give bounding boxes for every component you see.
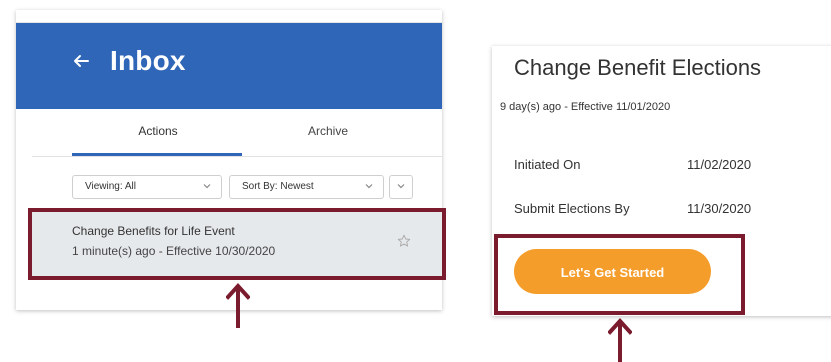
initiated-on-label: Initiated On [514, 157, 581, 172]
highlight-box-inbox-item [28, 208, 446, 280]
chevron-down-icon [365, 184, 373, 189]
screenshot-stage: Inbox Actions Archive Viewing: All Sort … [0, 0, 831, 362]
tab-divider [32, 156, 442, 157]
back-arrow-icon[interactable] [72, 52, 90, 70]
elections-title: Change Benefit Elections [514, 55, 762, 80]
tab-archive[interactable]: Archive [288, 124, 368, 138]
up-arrow-icon [226, 283, 250, 328]
submit-by-label: Submit Elections By [514, 201, 630, 216]
active-tab-indicator [72, 153, 242, 156]
chevron-down-icon [397, 184, 405, 189]
initiated-on-value: 11/02/2020 [687, 157, 752, 172]
viewing-filter-label: Viewing: All [85, 181, 136, 192]
tab-actions[interactable]: Actions [118, 124, 198, 138]
highlight-box-start-button [494, 234, 745, 315]
inbox-title: Inbox [110, 45, 186, 76]
up-arrow-icon [608, 318, 632, 362]
elections-subtitle: 9 day(s) ago - Effective 11/01/2020 [500, 101, 671, 113]
submit-by-value: 11/30/2020 [687, 201, 752, 216]
sort-label: Sort By: Newest [242, 181, 314, 192]
sort-select[interactable]: Sort By: Newest [229, 175, 384, 199]
viewing-filter-select[interactable]: Viewing: All [72, 175, 222, 199]
more-options-button[interactable] [389, 175, 413, 199]
chevron-down-icon [203, 184, 211, 189]
